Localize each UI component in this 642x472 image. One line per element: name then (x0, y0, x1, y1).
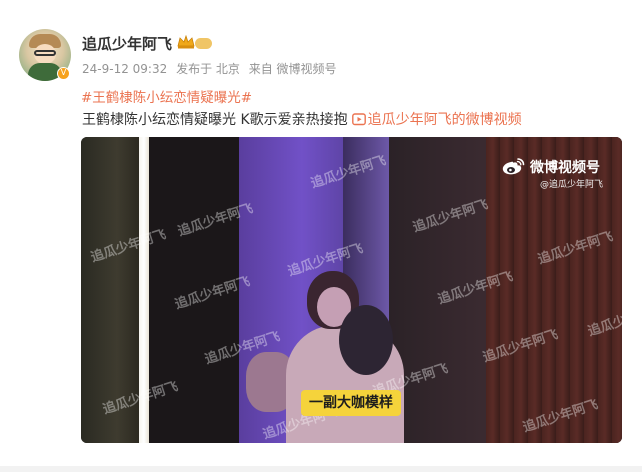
video-channel-handle: @追瓜少年阿飞 (540, 180, 604, 190)
post-source[interactable]: 来自 微博视频号 (249, 62, 337, 76)
hashtag-link[interactable]: #王鹤棣陈小纭恋情疑曝光# (81, 86, 252, 106)
weibo-post-card: V 追瓜少年阿飞 24-9-12 09:32 发布于 北京 来自 微博视频号 #… (0, 0, 642, 472)
video-player[interactable]: 追瓜少年阿飞 追瓜少年阿飞 追瓜少年阿飞 追瓜少年阿飞 追瓜少年阿飞 追瓜少年阿… (81, 137, 622, 443)
author-name[interactable]: 追瓜少年阿飞 (82, 33, 172, 54)
post-text: 王鹤棣陈小纭恋情疑曝光 K歌示爱亲热接抱 (82, 112, 348, 128)
video-link[interactable]: 追瓜少年阿飞的微博视频 (351, 112, 522, 128)
vip-level-icon (195, 38, 212, 49)
post-meta: 24-9-12 09:32 发布于 北京 来自 微博视频号 (82, 60, 342, 77)
video-channel-logo: 微博视频号 (501, 157, 600, 177)
post-location: 发布于 北京 (176, 62, 240, 76)
post-body: 王鹤棣陈小纭恋情疑曝光 K歌示爱亲热接抱 追瓜少年阿飞的微博视频 (82, 109, 522, 129)
post-divider (0, 466, 642, 472)
weibo-eye-icon (502, 158, 525, 175)
video-logo-text: 微博视频号 (530, 160, 600, 176)
vip-crown-icon[interactable] (177, 35, 195, 49)
verified-badge-icon: V (57, 67, 70, 80)
video-link-label[interactable]: 追瓜少年阿飞的微博视频 (368, 112, 522, 128)
avatar-glasses (34, 50, 56, 56)
video-subtitle: 一副大咖模样 (301, 390, 401, 416)
post-timestamp[interactable]: 24-9-12 09:32 (82, 62, 167, 76)
video-scene-second-person (339, 305, 393, 375)
video-link-icon (351, 113, 366, 126)
